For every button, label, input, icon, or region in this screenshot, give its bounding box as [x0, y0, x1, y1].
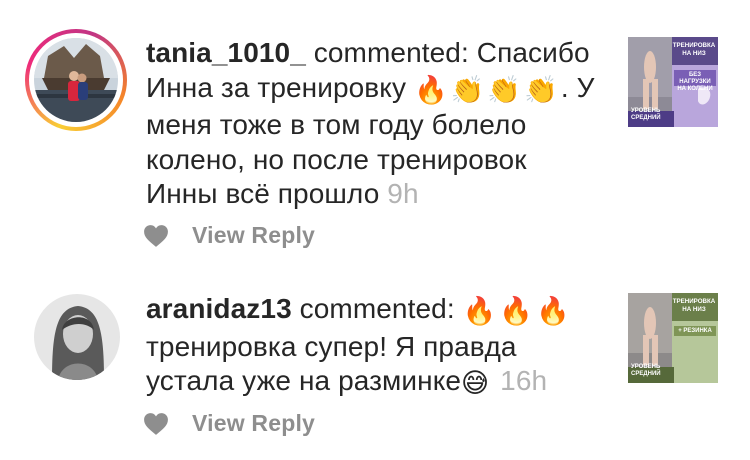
clapping-hands-emoji-icon: 👏 — [524, 74, 558, 106]
comment-notification[interactable]: tania_1010_ commented: Спасибо Инна за т… — [0, 0, 750, 270]
view-reply-button[interactable]: View Reply — [192, 222, 315, 249]
thumbnail-badge: + РЕЗИНКА — [678, 328, 712, 334]
comment-text: tania_1010_ commented: Спасибо Инна за т… — [146, 36, 598, 212]
comment-action: commented: — [299, 293, 455, 324]
comment-action: commented: — [313, 37, 469, 68]
heart-icon[interactable] — [143, 412, 169, 436]
fire-emoji-icon: 🔥 — [499, 296, 534, 327]
thumbnail-level: УРОВЕНЬ СРЕДНИЙ — [631, 108, 661, 121]
grinning-sweat-emoji-icon: 😅 — [461, 368, 490, 399]
view-reply-button[interactable]: View Reply — [192, 410, 315, 437]
post-thumbnail[interactable]: ТРЕНИРОВКА НА НИЗ БЕЗ НАГРУЗКИ НА КОЛЕНИ… — [628, 37, 718, 127]
thumbnail-level: УРОВЕНЬ СРЕДНИЙ — [631, 364, 661, 377]
post-thumbnail[interactable]: ТРЕНИРОВКА НА НИЗ + РЕЗИНКА УРОВЕНЬ СРЕД… — [628, 293, 718, 383]
timestamp: 9h — [387, 178, 419, 209]
thumbnail-badge: БЕЗ НАГРУЗКИ НА КОЛЕНИ — [677, 72, 713, 92]
avatar-story-ring[interactable] — [25, 29, 127, 131]
comment-actions: View Reply — [143, 410, 315, 437]
clapping-hands-emoji-icon: 👏 — [487, 74, 522, 106]
comment-actions: View Reply — [143, 222, 315, 249]
thumbnail-title: ТРЕНИРОВКА НА НИЗ — [672, 42, 716, 57]
clapping-hands-emoji-icon: 👏 — [450, 74, 485, 106]
comment-notification[interactable]: aranidaz13 commented: 🔥 🔥 🔥 тренировка суп… — [0, 270, 750, 460]
fire-emoji-icon: 🔥 — [536, 296, 570, 327]
username[interactable]: tania_1010_ — [146, 37, 306, 68]
avatar — [34, 294, 120, 380]
heart-icon[interactable] — [143, 224, 169, 248]
fire-emoji-icon: 🔥 — [462, 296, 497, 327]
username[interactable]: aranidaz13 — [146, 293, 292, 324]
avatar-container[interactable] — [34, 294, 120, 380]
thumbnail-title: ТРЕНИРОВКА НА НИЗ — [672, 298, 716, 313]
timestamp: 16h — [500, 365, 548, 396]
avatar — [34, 38, 118, 122]
comment-text: aranidaz13 commented: 🔥 🔥 🔥 тренировка суп… — [146, 292, 598, 402]
fire-emoji-icon: 🔥 — [413, 74, 448, 106]
